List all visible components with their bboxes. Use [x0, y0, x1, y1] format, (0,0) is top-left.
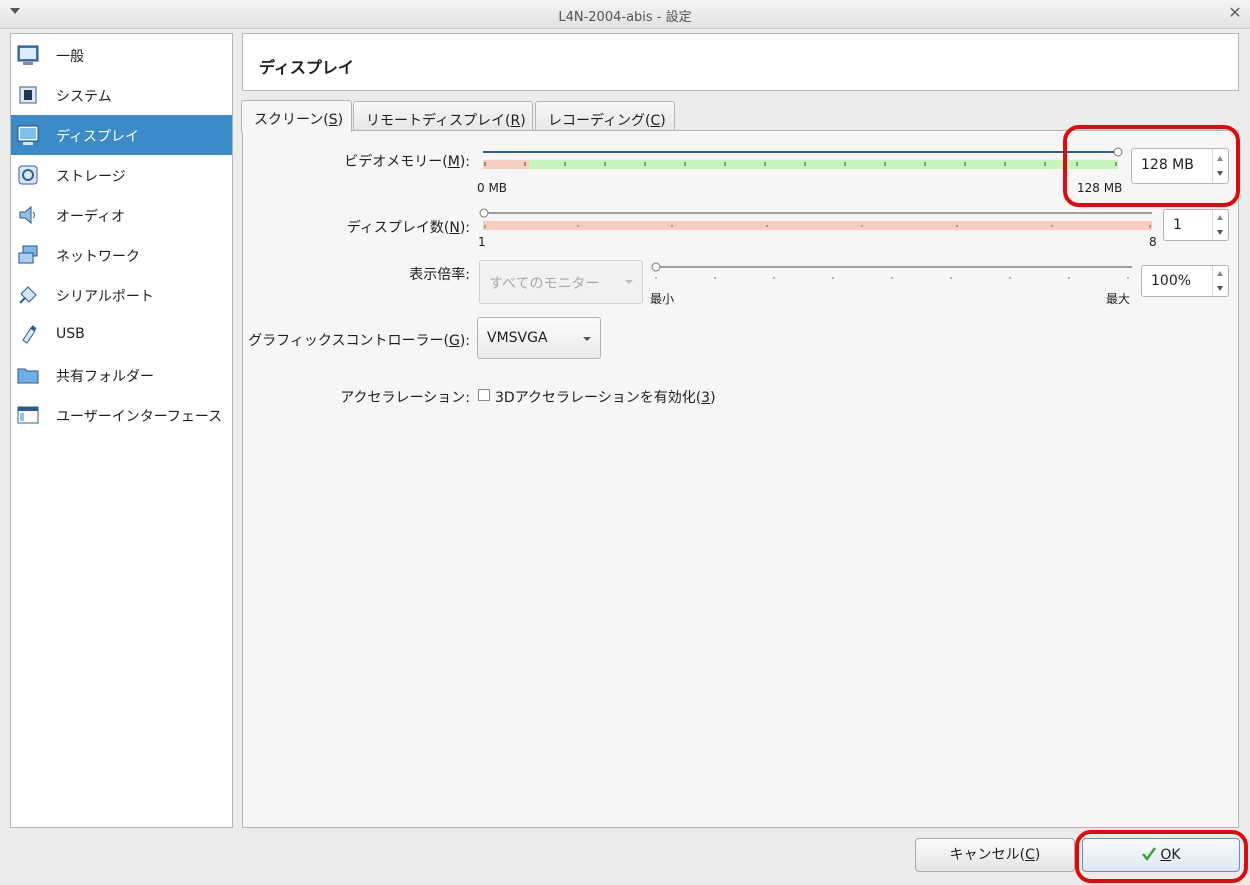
sidebar-item-storage[interactable]: ストレージ: [11, 155, 232, 195]
3d-acceleration-label[interactable]: 3Dアクセラレーションを有効化(3): [495, 387, 716, 407]
spin-down-icon[interactable]: [1217, 230, 1223, 235]
chip-icon: [19, 86, 37, 104]
sidebar-item-label: ストレージ: [56, 169, 126, 185]
sidebar-item-label: オーディオ: [56, 209, 126, 225]
graphics-controller-label: グラフィックスコントローラー(G):: [248, 333, 470, 349]
monitor-count-min: 1: [478, 235, 486, 249]
video-memory-slider[interactable]: [478, 145, 1126, 177]
spin-arrows[interactable]: [1212, 149, 1228, 183]
sidebar-item-label: 一般: [56, 49, 84, 65]
scale-factor-slider[interactable]: [650, 260, 1134, 284]
video-memory-min: 0 MB: [477, 181, 508, 195]
sidebar-item-label: ディスプレイ: [56, 129, 140, 145]
video-memory-spinbox[interactable]: 128 MB: [1131, 148, 1229, 184]
slider-zone-low: [483, 160, 529, 169]
disk-icon: [18, 165, 38, 185]
tab-recording[interactable]: レコーディング(C): [535, 101, 675, 131]
video-memory-label: ビデオメモリー(M):: [344, 154, 470, 170]
graphics-controller-value: VMSVGA: [487, 330, 548, 346]
slider-handle[interactable]: [1113, 147, 1123, 157]
serial-port-icon: [19, 286, 37, 304]
sidebar-item-serial-port[interactable]: シリアルポート: [11, 275, 232, 315]
monitor-count-value: 1: [1173, 217, 1182, 233]
monitor-count-spinbox[interactable]: 1: [1163, 209, 1229, 241]
monitor-count-slider[interactable]: [478, 206, 1158, 234]
sidebar-item-label: 共有フォルダー: [56, 369, 154, 385]
sidebar-item-label: システム: [56, 89, 112, 105]
page-header: ディスプレイ: [242, 33, 1239, 91]
cancel-button[interactable]: キャンセル(C): [915, 838, 1075, 872]
sidebar-item-user-interface[interactable]: ユーザーインターフェース: [11, 395, 232, 435]
sidebar-item-label: USB: [56, 326, 85, 342]
acceleration-label: アクセラレーション:: [340, 390, 470, 406]
monitor-select-value: すべてのモニター: [489, 276, 600, 292]
tab-remote-display[interactable]: リモートディスプレイ(R): [353, 101, 533, 131]
scale-max-label: 最大: [1106, 292, 1131, 306]
monitor-count-max: 8: [1149, 235, 1157, 249]
spin-arrows[interactable]: [1212, 266, 1228, 296]
sidebar-item-label: シリアルポート: [56, 289, 154, 305]
sidebar-item-general[interactable]: 一般: [11, 35, 232, 75]
sidebar-item-shared-folders[interactable]: 共有フォルダー: [11, 355, 232, 395]
3d-acceleration-checkbox[interactable]: [478, 389, 490, 401]
sidebar-item-display[interactable]: ディスプレイ: [11, 115, 232, 155]
slider-handle[interactable]: [651, 262, 661, 272]
scale-factor-label: 表示倍率:: [409, 267, 470, 283]
scale-min-label: 最小: [650, 292, 675, 306]
usb-icon: [22, 325, 37, 344]
spin-down-icon[interactable]: [1217, 171, 1223, 176]
settings-sidebar: 一般 システム ディスプレイ ストレージ オーディオ ネットワーク シリアルポー…: [10, 33, 233, 828]
ui-window-icon: [17, 406, 39, 424]
sidebar-item-audio[interactable]: オーディオ: [11, 195, 232, 235]
general-icon: [17, 45, 39, 65]
checkmark-icon: [1142, 847, 1157, 862]
speaker-icon: [19, 205, 35, 225]
sidebar-item-network[interactable]: ネットワーク: [11, 235, 232, 275]
graphics-controller-combo[interactable]: VMSVGA: [477, 317, 601, 359]
sidebar-item-label: ユーザーインターフェース: [56, 409, 223, 425]
monitor-select-combo[interactable]: すべてのモニター: [479, 260, 643, 304]
window-title: L4N-2004-abis - 設定: [558, 10, 692, 25]
scale-factor-value: 100%: [1151, 273, 1192, 289]
spin-arrows[interactable]: [1212, 210, 1228, 240]
spin-up-icon[interactable]: [1217, 156, 1223, 161]
close-icon[interactable]: ✕: [1226, 3, 1244, 23]
monitor-count-label: ディスプレイ数(N):: [346, 220, 470, 236]
spin-up-icon[interactable]: [1217, 271, 1223, 276]
chevron-down-icon: [583, 337, 591, 341]
monitor-icon: [17, 125, 39, 145]
page-title: ディスプレイ: [259, 58, 354, 77]
sidebar-item-label: ネットワーク: [56, 249, 140, 265]
scale-factor-spinbox[interactable]: 100%: [1141, 265, 1229, 297]
slider-handle[interactable]: [479, 208, 489, 218]
network-icon: [18, 245, 38, 264]
tab-screen[interactable]: スクリーン(S): [241, 100, 352, 132]
folder-icon: [17, 368, 39, 384]
sidebar-item-usb[interactable]: USB: [11, 315, 232, 355]
chevron-down-icon: [625, 280, 633, 284]
video-memory-max: 128 MB: [1077, 181, 1123, 195]
slider-zone-ok: [529, 160, 1118, 169]
spin-down-icon[interactable]: [1217, 286, 1223, 291]
sidebar-item-system[interactable]: システム: [11, 75, 232, 115]
spin-up-icon[interactable]: [1217, 215, 1223, 220]
ok-button[interactable]: OK: [1082, 838, 1240, 872]
video-memory-value: 128 MB: [1141, 157, 1194, 173]
